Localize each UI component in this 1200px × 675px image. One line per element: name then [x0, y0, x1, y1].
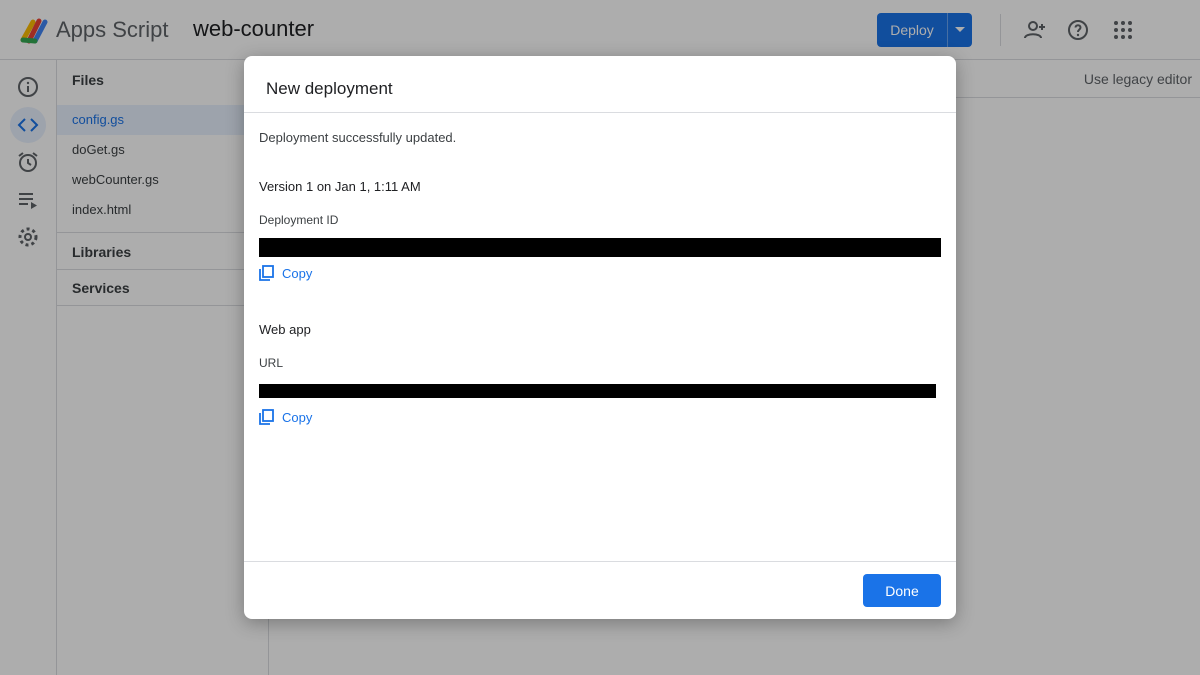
url-value-redacted [259, 384, 936, 398]
copy-url-button[interactable]: Copy [259, 409, 312, 425]
web-app-heading: Web app [259, 322, 311, 337]
url-label: URL [259, 356, 284, 370]
copy-deployment-id-button[interactable]: Copy [259, 265, 312, 281]
copy-label: Copy [282, 265, 313, 281]
dialog-title: New deployment [266, 79, 393, 98]
copy-icon [259, 265, 274, 281]
new-deployment-dialog: New deployment Deployment successfully u… [244, 56, 956, 619]
version-label: Version 1 on Jan 1, 1:11 AM [259, 179, 421, 194]
dialog-footer-divider [244, 561, 956, 562]
deployment-status-message: Deployment successfully updated. [259, 130, 457, 145]
done-button[interactable]: Done [863, 574, 941, 607]
deployment-id-value-redacted [259, 238, 941, 257]
dialog-header-divider [244, 112, 956, 113]
copy-icon [259, 409, 274, 425]
copy-label: Copy [282, 409, 313, 425]
deployment-id-label: Deployment ID [259, 213, 339, 227]
